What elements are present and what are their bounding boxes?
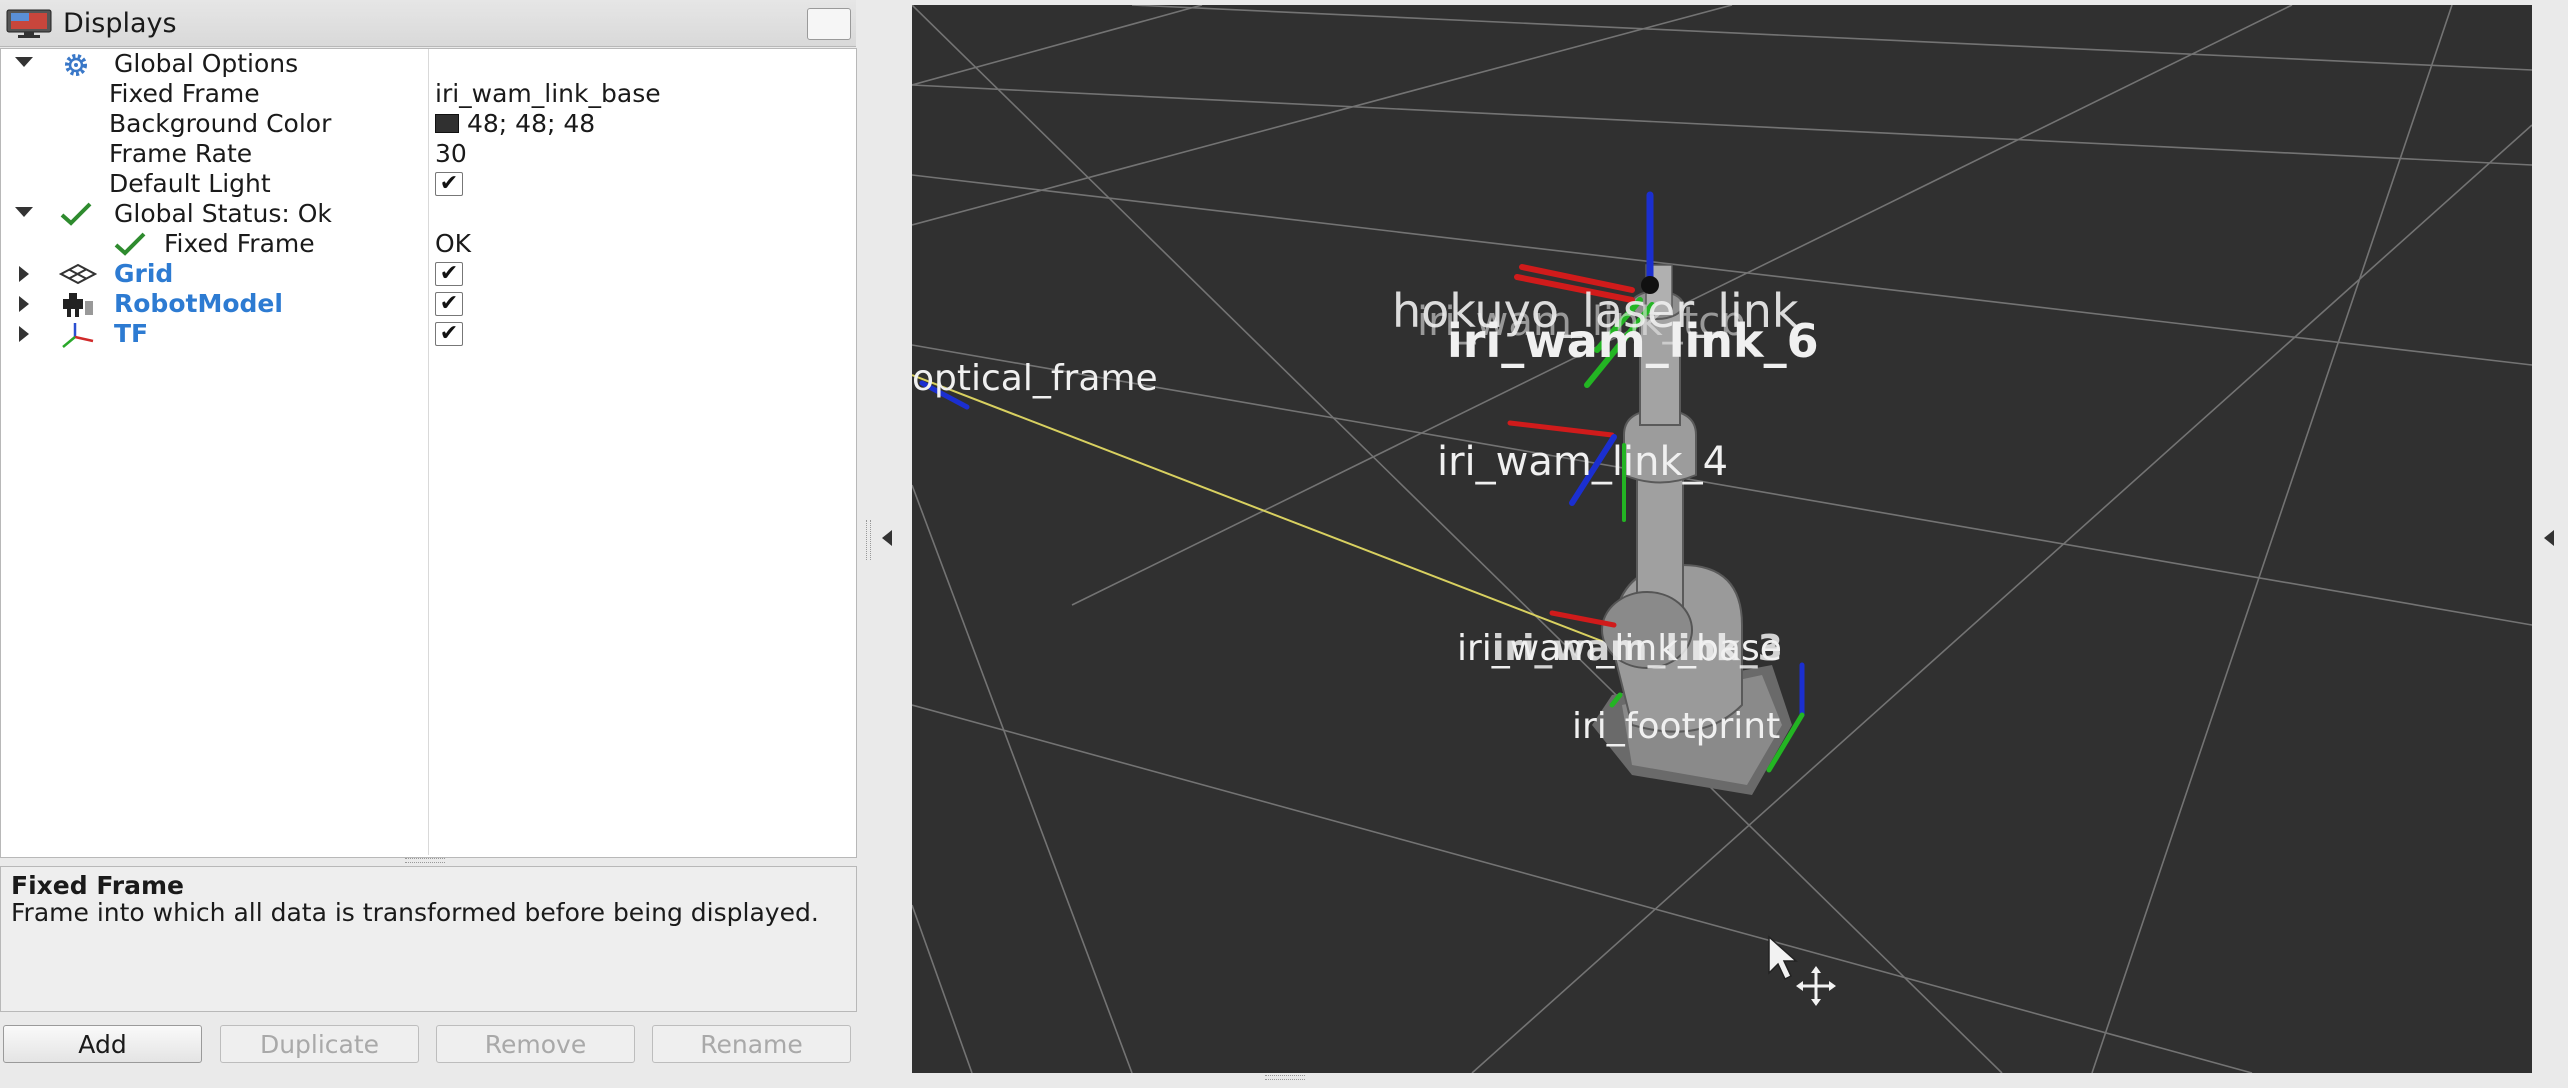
robot-icon xyxy=(63,293,93,317)
property-description: Fixed Frame Frame into which all data is… xyxy=(0,866,857,1012)
property-frame-rate[interactable]: Frame Rate 30 xyxy=(1,139,856,169)
displays-panel-header: Displays xyxy=(0,0,856,47)
remove-button[interactable]: Remove xyxy=(436,1025,635,1063)
expand-arrow-icon[interactable] xyxy=(15,207,33,217)
tree-item-label: Grid xyxy=(114,259,174,288)
tree-item-label: Global Options xyxy=(114,49,299,78)
undock-button[interactable] xyxy=(807,8,851,40)
grid-checkbox[interactable]: ✔ xyxy=(435,262,463,286)
grid-icon xyxy=(59,263,97,285)
expand-arrow-icon[interactable] xyxy=(19,326,29,342)
tf-label-optical-frame: optical_frame xyxy=(912,358,1158,399)
mouse-cursor-icon xyxy=(1768,935,1836,1006)
add-button[interactable]: Add xyxy=(3,1025,202,1063)
tree-item-grid[interactable]: Grid ✔ xyxy=(1,259,856,289)
property-label: Frame Rate xyxy=(109,139,253,168)
tree-item-label: RobotModel xyxy=(114,289,283,318)
property-fixed-frame[interactable]: Fixed Frame iri_wam_link_base xyxy=(1,79,856,109)
property-label: Fixed Frame xyxy=(109,79,260,108)
property-default-light[interactable]: Default Light ✔ xyxy=(1,169,856,199)
tree-item-label: Global Status: Ok xyxy=(114,199,332,228)
tf-connection-line xyxy=(912,374,1613,646)
displays-tree: Global Options Fixed Frame iri_wam_link_… xyxy=(0,48,857,858)
checkmark-icon xyxy=(114,232,146,256)
tree-item-global-status[interactable]: Global Status: Ok xyxy=(1,199,856,229)
tree-item-tf[interactable]: TF ✔ xyxy=(1,319,856,349)
splitter-grip[interactable] xyxy=(405,858,445,863)
property-label: Default Light xyxy=(109,169,271,198)
background-color-text: 48; 48; 48 xyxy=(467,109,596,138)
collapse-right-arrow-icon[interactable] xyxy=(2544,530,2554,546)
main-splitter[interactable] xyxy=(860,0,910,1088)
tf-label-link-6: iri_wam_link_6 xyxy=(1447,314,1819,368)
grid xyxy=(912,5,2532,1073)
status-value: OK xyxy=(435,229,472,258)
displays-panel-title: Displays xyxy=(63,8,177,39)
tf-checkbox[interactable]: ✔ xyxy=(435,322,463,346)
description-text: Frame into which all data is transformed… xyxy=(11,898,819,927)
color-swatch[interactable] xyxy=(435,114,459,133)
bottom-splitter-grip[interactable] xyxy=(1265,1075,1305,1080)
background-color-value[interactable]: 48; 48; 48 xyxy=(435,109,595,139)
frame-rate-value[interactable]: 30 xyxy=(435,139,467,169)
rename-button[interactable]: Rename xyxy=(652,1025,851,1063)
tree-item-global-options[interactable]: Global Options xyxy=(1,49,856,79)
robotmodel-checkbox[interactable]: ✔ xyxy=(435,292,463,316)
tf-label-link-4: iri_wam_link_4 xyxy=(1437,439,1728,485)
tf-label-link-3: iri_wam_link_3 xyxy=(1492,628,1783,669)
property-background-color[interactable]: Background Color 48; 48; 48 xyxy=(1,109,856,139)
tree-item-robotmodel[interactable]: RobotModel ✔ xyxy=(1,289,856,319)
monitor-icon xyxy=(6,9,52,38)
expand-arrow-icon[interactable] xyxy=(15,57,33,67)
checkmark-icon xyxy=(60,202,92,226)
default-light-checkbox[interactable]: ✔ xyxy=(435,172,463,196)
axes-icon xyxy=(62,323,94,348)
expand-arrow-icon[interactable] xyxy=(19,266,29,282)
right-dock-edge[interactable] xyxy=(2532,0,2568,1088)
gear-icon xyxy=(65,54,87,76)
collapse-left-arrow-icon[interactable] xyxy=(882,530,892,546)
description-title: Fixed Frame xyxy=(11,871,185,900)
fixed-frame-value[interactable]: iri_wam_link_base xyxy=(435,79,661,109)
status-fixed-frame[interactable]: Fixed Frame OK xyxy=(1,229,856,259)
duplicate-button[interactable]: Duplicate xyxy=(220,1025,419,1063)
property-label: Background Color xyxy=(109,109,332,138)
render-viewport[interactable]: optical_frame hokuyo_laser_link iri_wam_… xyxy=(912,5,2532,1073)
expand-arrow-icon[interactable] xyxy=(19,296,29,312)
tf-label-footprint: iri_footprint xyxy=(1572,706,1780,747)
property-label: Fixed Frame xyxy=(164,229,315,258)
tree-item-label: TF xyxy=(114,319,149,348)
displays-panel: Displays Global Options Fixed Frame iri_… xyxy=(0,0,860,1088)
scene: optical_frame hokuyo_laser_link iri_wam_… xyxy=(912,5,2532,1073)
panel-splitter[interactable] xyxy=(0,857,856,864)
splitter-grip[interactable] xyxy=(866,520,871,560)
